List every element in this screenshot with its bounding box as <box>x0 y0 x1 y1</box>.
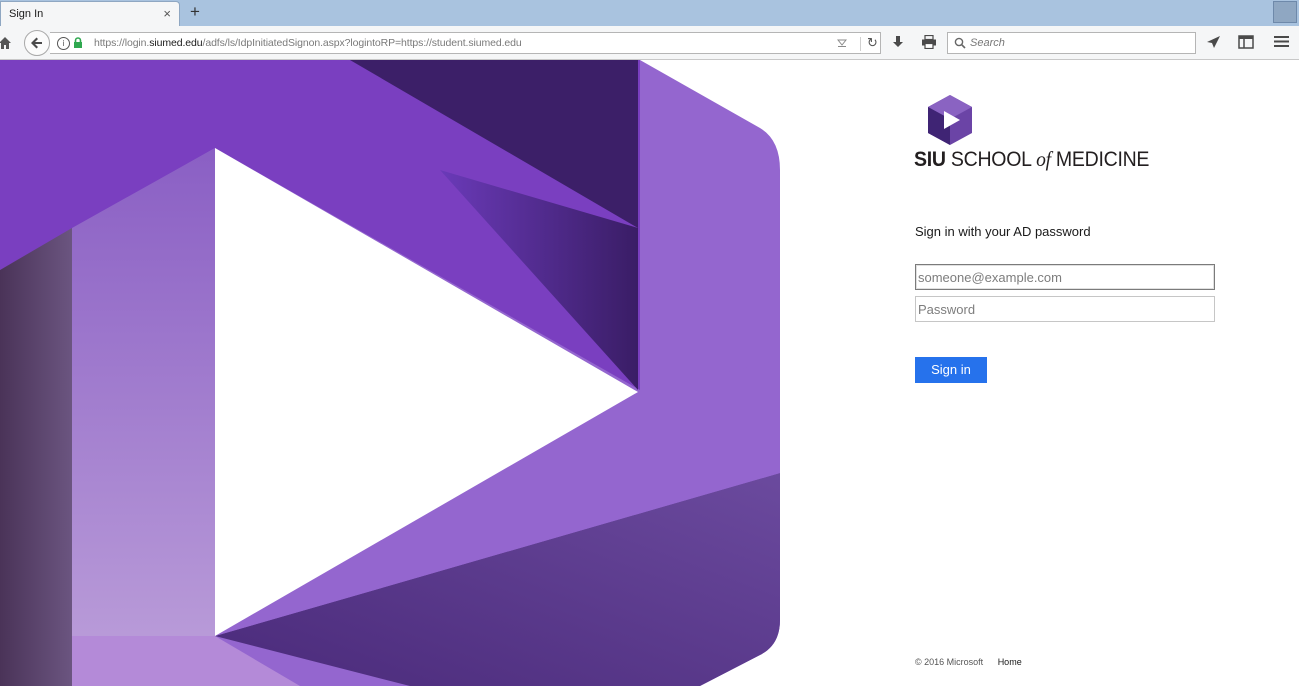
back-arrow-icon <box>31 37 42 49</box>
logo-wordmark: SIU SCHOOL of MEDICINE <box>914 147 1150 171</box>
tab-close-icon[interactable]: × <box>163 6 171 21</box>
back-button[interactable] <box>24 30 50 56</box>
send-icon[interactable] <box>1206 35 1221 49</box>
home-icon[interactable] <box>0 36 12 50</box>
search-icon <box>954 37 966 49</box>
footer: © 2016 Microsoft Home <box>915 657 1022 667</box>
search-placeholder: Search <box>970 37 1005 49</box>
address-bar[interactable]: i https://login.siumed.edu/adfs/ls/IdpIn… <box>50 32 881 54</box>
home-link[interactable]: Home <box>998 657 1022 667</box>
sign-in-heading: Sign in with your AD password <box>915 224 1091 239</box>
password-input[interactable] <box>915 296 1215 322</box>
reload-icon[interactable]: ↻ <box>860 37 878 51</box>
url-dropdown-icon[interactable] <box>837 39 847 47</box>
lock-icon[interactable] <box>73 37 83 49</box>
download-icon[interactable] <box>891 35 905 49</box>
search-bar[interactable]: Search <box>947 32 1196 54</box>
sidebar-icon[interactable] <box>1238 35 1254 49</box>
navigation-toolbar: i https://login.siumed.edu/adfs/ls/IdpIn… <box>0 26 1299 60</box>
sign-in-page: SIU SCHOOL of MEDICINE Sign in with your… <box>0 60 1299 686</box>
tab-sign-in[interactable]: Sign In × <box>0 1 180 26</box>
siu-logo-mark <box>928 95 972 145</box>
hexagon-play-illustration <box>0 60 780 686</box>
url-text[interactable]: https://login.siumed.edu/adfs/ls/IdpInit… <box>94 37 522 49</box>
sign-in-button[interactable]: Sign in <box>915 357 987 383</box>
tab-title: Sign In <box>9 8 44 20</box>
copyright-text: © 2016 Microsoft <box>915 657 984 667</box>
print-icon[interactable] <box>921 35 937 49</box>
tab-strip: Sign In × + <box>0 0 1299 26</box>
menu-icon[interactable] <box>1274 35 1289 48</box>
info-icon[interactable]: i <box>57 37 70 50</box>
username-input[interactable] <box>915 264 1215 290</box>
window-control[interactable] <box>1273 1 1297 23</box>
new-tab-button[interactable]: + <box>190 3 200 21</box>
